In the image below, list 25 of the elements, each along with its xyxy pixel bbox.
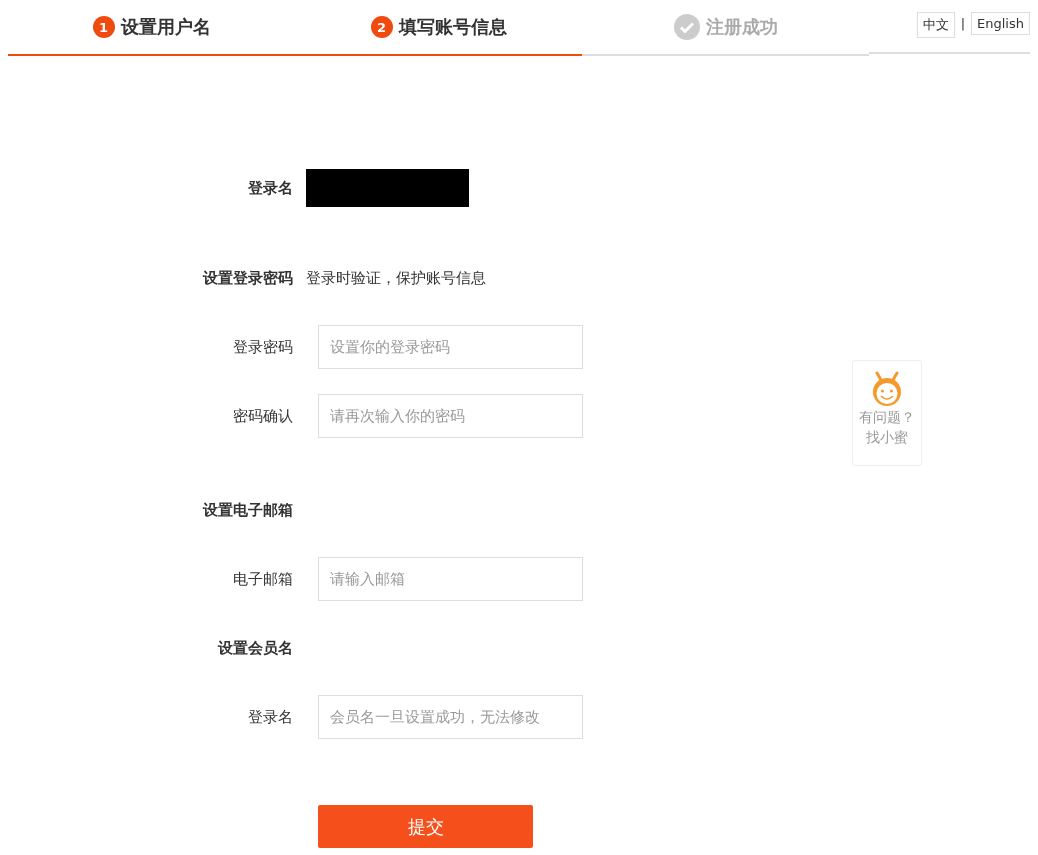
input-field[interactable]: 会员名一旦设置成功，无法修改 [318,695,583,739]
step-label: 设置用户名 [120,15,211,39]
language-button[interactable]: English [971,12,1030,35]
step-label: 填写账号信息 [398,15,507,39]
separator-text: | [960,15,966,31]
field-label: 登录密码 [232,337,293,357]
help-text: 有问题？ [859,408,915,427]
input-field[interactable]: 请再次输入你的密码 [318,394,583,438]
step-label: 注册成功 [705,15,778,39]
field-label: 电子邮箱 [232,569,293,589]
field-label: 登录名 [247,178,293,198]
language-button[interactable]: 中文 [916,12,955,38]
field-label: 登录名 [247,707,293,727]
input-field[interactable]: 设置你的登录密码 [318,325,583,369]
field-label: 密码确认 [232,406,293,426]
section-heading: 设置登录密码 [201,268,293,288]
step-number-badge: 2 [370,16,393,38]
step-number-badge: 1 [92,16,115,38]
input-field[interactable]: 请输入邮箱 [318,557,583,601]
check-circle-icon [673,14,700,40]
section-note: 登录时验证，保护账号信息 [306,268,486,288]
smiley-mascot-icon [870,371,904,407]
help-text: 找小蜜 [866,428,908,447]
section-heading: 设置电子邮箱 [201,500,293,520]
section-heading: 设置会员名 [216,638,293,658]
